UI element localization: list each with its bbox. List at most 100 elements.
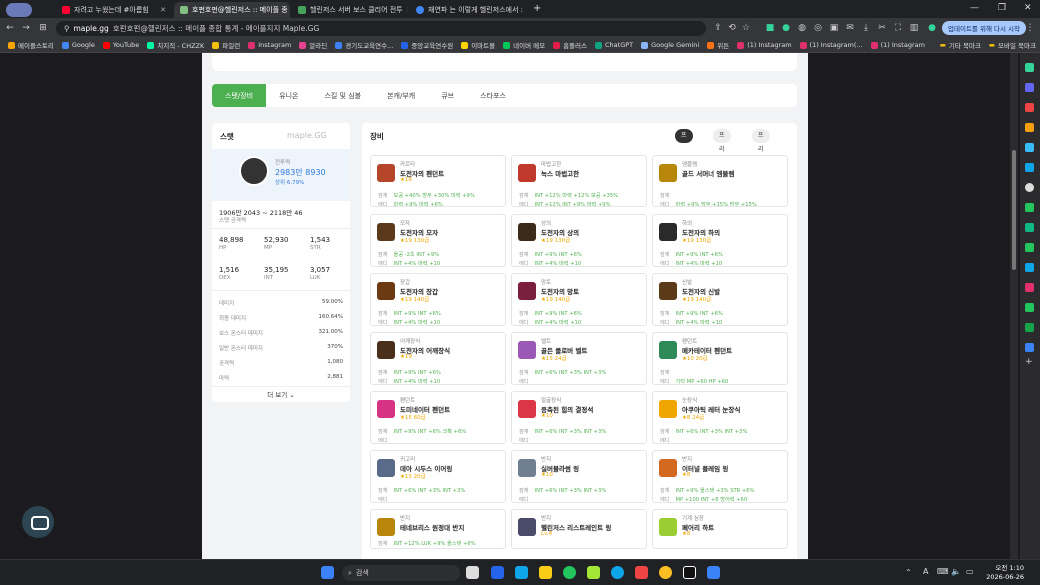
equipment-card[interactable]: 신발 도전자의 신발 ★19 140급 잠재 INT +9% INT +6% 에디 INT …: [652, 273, 788, 326]
browser-tab-4[interactable]: 재연파 는 이렇게 헬린저스에서 : ✕: [410, 2, 528, 18]
close-icon[interactable]: ✕: [527, 6, 528, 14]
explorer-icon[interactable]: [539, 566, 552, 579]
side-app-icon[interactable]: [1025, 263, 1034, 272]
equipment-card[interactable]: 반지 실버블라썸 링 ★10 잠재 INT +6% INT +3% INT +3% 에디: [511, 450, 647, 503]
equipment-card[interactable]: 펜던트 메카테이터 펜던트 ★10 20급 잠재 에디 기타 MP +60 HP +60: [652, 332, 788, 385]
bookmark-item[interactable]: 중앙교육연수원: [397, 40, 457, 50]
app-icon[interactable]: [635, 566, 648, 579]
close-icon[interactable]: ✕: [160, 6, 166, 14]
scrollbar[interactable]: [1010, 53, 1018, 559]
bookmark-item[interactable]: 위튼: [703, 40, 733, 50]
star-icon[interactable]: ☆: [740, 22, 752, 34]
equipment-card[interactable]: 벨트 골든 클로버 벨트 ★15 24급 잠재 INT +6% INT +3% INT …: [511, 332, 647, 385]
equipment-card[interactable]: 반지 헬린저스 리스트레인트 링 Lv.4: [511, 509, 647, 549]
share-icon[interactable]: ⇪: [712, 22, 724, 34]
extension-icon[interactable]: ◍: [796, 22, 808, 34]
windows-start-icon[interactable]: [321, 566, 334, 579]
side-app-icon[interactable]: [1025, 223, 1034, 232]
extension-icon[interactable]: ◎: [812, 22, 824, 34]
side-app-icon[interactable]: [1025, 303, 1034, 312]
bookmark-item[interactable]: 메이플스토리: [4, 40, 58, 50]
minimize-button[interactable]: —: [970, 3, 979, 13]
scrollbar-thumb[interactable]: [1012, 150, 1016, 270]
new-tab-button[interactable]: +: [533, 3, 541, 14]
side-app-icon[interactable]: [1025, 143, 1034, 152]
add-icon[interactable]: +: [1025, 358, 1034, 367]
browser-tab-3[interactable]: 헬린저스 서버 보스 클리어 전투 ✕: [292, 2, 408, 18]
side-app-icon[interactable]: [1025, 203, 1034, 212]
equipment-card[interactable]: 반지 이터널 플레임 링 ★8 잠재 INT +9% 올스탯 +3% STR +6% 에디…: [652, 450, 788, 503]
extension-icon[interactable]: ✉: [844, 22, 856, 34]
equipment-card[interactable]: 하의 도전자의 하의 ★19 130급 잠재 INT +9% INT +6% 에디 INT …: [652, 214, 788, 267]
extension-icon[interactable]: ■: [764, 22, 776, 34]
side-app-icon[interactable]: [1025, 83, 1034, 92]
side-app-icon[interactable]: [1025, 343, 1034, 352]
network-icon[interactable]: ▭: [966, 567, 974, 576]
bookmark-item[interactable]: Google: [58, 41, 99, 49]
section-tab[interactable]: 스킬 및 심볼: [311, 84, 374, 107]
equipment-card[interactable]: 귀고리 데아 시두스 이어링 ★15 20급 잠재 INT +6% INT +3% IN…: [370, 450, 506, 503]
clock[interactable]: 오전 1:10 2026-06-26: [984, 564, 1024, 582]
bookmark-item[interactable]: Google Gemini: [637, 41, 703, 49]
chrome-icon[interactable]: [563, 566, 576, 579]
section-tab[interactable]: 본캐/부캐: [374, 84, 428, 107]
bookmark-item[interactable]: ChatGPT: [591, 41, 637, 49]
extension-icon[interactable]: ●: [780, 22, 792, 34]
preset-button[interactable]: 프리셋 3: [752, 129, 770, 181]
side-app-icon[interactable]: [1025, 103, 1034, 112]
browser-tab-1[interactable]: 자려고 누웠는데 #아름힘 ✕: [56, 2, 172, 18]
bookmark-item[interactable]: (1) Instagram: [867, 41, 929, 49]
chat-icon[interactable]: [22, 506, 54, 538]
section-tab[interactable]: 유니온: [266, 84, 311, 107]
equipment-card[interactable]: 엠블렘 골드 서머너 엠블렘 잠재 에디 마력 +9% 방무 +15% 방무 +15%: [652, 155, 788, 207]
equipment-card[interactable]: 카르타 도전자의 펜던트 ★18 잠재 보공 +40% 방무 +30% 마력 +9% 에디…: [370, 155, 506, 207]
side-app-icon[interactable]: [1025, 323, 1034, 332]
equipment-card[interactable]: 눈장식 아쿠아틱 레터 눈장식 ★8 24급 잠재 INT +6% INT +3% IN…: [652, 391, 788, 444]
bookmark-item[interactable]: 경기도교육연수...: [331, 40, 397, 50]
app-icon[interactable]: [491, 566, 504, 579]
bookmark-item[interactable]: 이마트몰: [457, 40, 499, 50]
preset-button[interactable]: 프리셋 1: [675, 129, 693, 181]
section-tab[interactable]: 스타포스: [467, 84, 519, 107]
address-bar[interactable]: ⚲ maple.gg 호펀호펀@헬린저스 :: 메이플 종합 통계 - 메이플지…: [56, 21, 706, 36]
screenshot-icon[interactable]: ⛶: [892, 22, 904, 34]
bookmark-item[interactable]: Instagram: [244, 41, 295, 49]
tray-chevron-icon[interactable]: ⌃: [905, 568, 912, 577]
keyboard-icon[interactable]: ⌨: [937, 567, 949, 576]
extension-icon[interactable]: ▣: [828, 22, 840, 34]
equipment-card[interactable]: 모자 도전자의 모자 ★19 130급 잠재 올공 -2초 INT +9% 에디 INT +…: [370, 214, 506, 267]
side-app-icon[interactable]: [1025, 123, 1034, 132]
volume-icon[interactable]: 🔈: [951, 567, 961, 576]
bookmark-folder[interactable]: ▬ 기타 북마크: [936, 40, 985, 50]
ime-icon[interactable]: A: [923, 567, 928, 576]
bookmark-item[interactable]: 파일런: [208, 40, 244, 50]
app-icon[interactable]: [659, 566, 672, 579]
side-app-icon[interactable]: [1025, 243, 1034, 252]
close-icon[interactable]: ✕: [407, 6, 408, 14]
bookmark-folder[interactable]: ▬ 모바일 북마크: [985, 40, 1040, 50]
profile-icon[interactable]: [6, 3, 32, 17]
side-app-icon[interactable]: [1025, 283, 1034, 292]
equipment-card[interactable]: 어깨장식 도전자의 어깨장식 ★19 잠재 INT +9% INT +6% 에디 INT +…: [370, 332, 506, 385]
app-icon[interactable]: [683, 566, 696, 579]
taskview-icon[interactable]: [466, 566, 479, 579]
translate-icon[interactable]: ⟲: [726, 22, 738, 34]
app-icon[interactable]: [587, 566, 600, 579]
browser-tab-2[interactable]: 호펀호펀@헬린저스 :: 메이플 종 ✕: [174, 2, 290, 18]
taskbar-search[interactable]: ⌕ 검색: [342, 565, 460, 581]
bookmark-item[interactable]: YouTube: [99, 41, 143, 49]
menu-icon[interactable]: ⋮: [1024, 22, 1036, 34]
bookmark-item[interactable]: 네이버 메모: [499, 40, 549, 50]
section-tab[interactable]: 스탯/장비: [212, 84, 267, 107]
bookmark-item[interactable]: 홈플러스: [549, 40, 591, 50]
sidebar-icon[interactable]: ▥: [908, 22, 920, 34]
profile-avatar-icon[interactable]: ●: [926, 22, 938, 34]
extensions-icon[interactable]: ✂: [876, 22, 888, 34]
close-window-button[interactable]: ✕: [1024, 3, 1032, 13]
app-icon[interactable]: [611, 566, 624, 579]
equipment-card[interactable]: 기계 심장 페어리 하트 ★8: [652, 509, 788, 549]
side-app-icon[interactable]: [1025, 63, 1034, 72]
equipment-card[interactable]: 장갑 도전자의 장갑 ★19 140급 잠재 INT +9% INT +6% 에디 INT …: [370, 273, 506, 326]
preset-button[interactable]: 프리셋 2: [713, 129, 731, 181]
app-icon[interactable]: [707, 566, 720, 579]
